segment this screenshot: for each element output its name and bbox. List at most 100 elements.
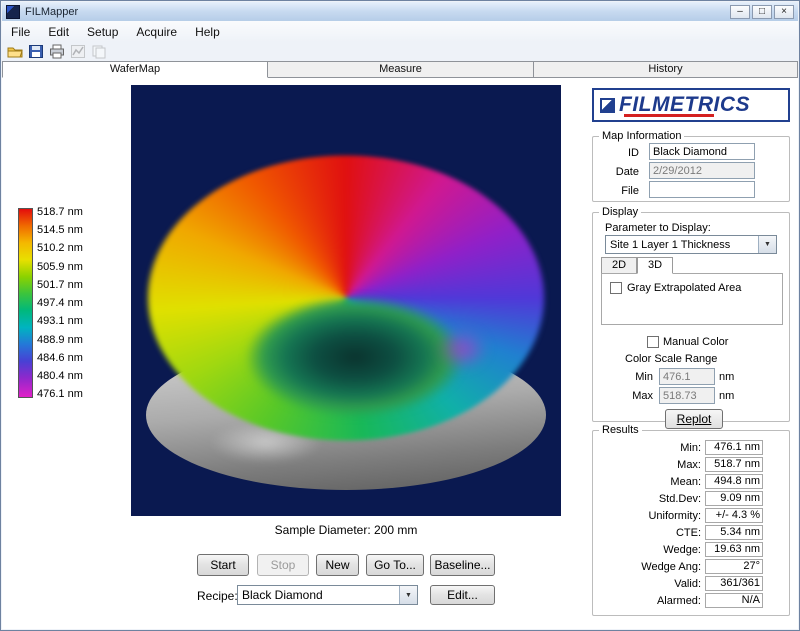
manual-color-checkbox[interactable] <box>647 336 659 348</box>
results-group: Results Min: 476.1 nm Max: 518.7 nm Mean… <box>592 430 790 616</box>
wafer-inner-magenta-region <box>426 320 498 378</box>
recipe-label: Recipe: <box>197 589 238 603</box>
new-button[interactable]: New <box>316 554 359 576</box>
tab-measure[interactable]: Measure <box>268 61 534 78</box>
wafer-3d-map[interactable] <box>131 85 561 516</box>
filmetrics-logo: FILMETRICS <box>592 88 790 122</box>
result-value: +/- 4.3 % <box>705 508 763 523</box>
result-value: 5.34 nm <box>705 525 763 540</box>
parameter-label: Parameter to Display: <box>605 222 765 234</box>
logo-grid-icon <box>600 98 615 113</box>
legend-tick: 476.1 nm <box>37 388 83 400</box>
recipe-value: Black Diamond <box>238 588 399 602</box>
legend-tick: 505.9 nm <box>37 261 83 273</box>
result-value: 518.7 nm <box>705 457 763 472</box>
3d-options-panel: Gray Extrapolated Area <box>601 273 783 325</box>
replot-button[interactable]: Replot <box>665 409 723 429</box>
date-field <box>649 162 755 179</box>
result-label: CTE: <box>593 527 701 539</box>
tab-wafermap[interactable]: WaferMap <box>2 61 268 78</box>
menu-bar: File Edit Setup Acquire Help <box>2 21 798 43</box>
menu-acquire[interactable]: Acquire <box>127 22 186 42</box>
app-window: FILMapper – □ × File Edit Setup Acquire … <box>0 0 800 631</box>
legend-tick: 510.2 nm <box>37 242 83 254</box>
logo-red-underline <box>624 114 714 117</box>
sample-diameter-caption: Sample Diameter: 200 mm <box>131 523 561 537</box>
edit-recipe-button[interactable]: Edit... <box>430 585 495 605</box>
open-folder-icon[interactable] <box>7 44 23 59</box>
result-value: 19.63 nm <box>705 542 763 557</box>
copy-icon <box>91 44 107 59</box>
tab-3d[interactable]: 3D <box>637 257 673 274</box>
manual-color-label: Manual Color <box>663 336 728 348</box>
result-value: 361/361 <box>705 576 763 591</box>
menu-edit[interactable]: Edit <box>39 22 78 42</box>
results-title: Results <box>599 424 642 436</box>
file-field[interactable] <box>649 181 755 198</box>
result-label: Wedge: <box>593 544 701 556</box>
app-icon <box>6 5 20 19</box>
gray-extrapolated-label: Gray Extrapolated Area <box>627 282 741 294</box>
result-value: 9.09 nm <box>705 491 763 506</box>
color-scale-range-label: Color Scale Range <box>625 353 755 365</box>
result-value: N/A <box>705 593 763 608</box>
legend-tick: 518.7 nm <box>37 206 83 218</box>
min-unit: nm <box>719 371 741 383</box>
legend-tick: 480.4 nm <box>37 370 83 382</box>
close-icon[interactable]: × <box>774 5 794 19</box>
legend-tick: 497.4 nm <box>37 297 83 309</box>
toolbar <box>2 42 798 61</box>
id-field[interactable] <box>649 143 755 160</box>
maximize-icon[interactable]: □ <box>752 5 772 19</box>
print-icon[interactable] <box>49 44 65 59</box>
tab-history[interactable]: History <box>534 61 798 78</box>
recipe-dropdown[interactable]: Black Diamond ▼ <box>237 585 418 605</box>
id-label: ID <box>607 147 639 159</box>
legend-tick: 501.7 nm <box>37 279 83 291</box>
legend-tick: 493.1 nm <box>37 315 83 327</box>
stop-button: Stop <box>257 554 309 576</box>
tab-2d[interactable]: 2D <box>601 257 637 274</box>
save-icon[interactable] <box>28 44 44 59</box>
result-value: 476.1 nm <box>705 440 763 455</box>
result-value: 494.8 nm <box>705 474 763 489</box>
legend-tick: 488.9 nm <box>37 334 83 346</box>
result-label: Min: <box>593 442 701 454</box>
result-label: Uniformity: <box>593 510 701 522</box>
gray-extrapolated-checkbox[interactable] <box>610 282 622 294</box>
chart-icon <box>70 44 86 59</box>
baseline-button[interactable]: Baseline... <box>430 554 495 576</box>
minimize-icon[interactable]: – <box>730 5 750 19</box>
map-information-group: Map Information ID Date File <box>592 136 790 202</box>
parameter-value: Site 1 Layer 1 Thickness <box>606 239 758 251</box>
main-tabstrip: WaferMap Measure History <box>2 61 798 78</box>
file-label: File <box>607 185 639 197</box>
color-scale-bar <box>18 208 33 398</box>
result-label: Std.Dev: <box>593 493 701 505</box>
result-label: Wedge Ang: <box>593 561 701 573</box>
wafermap-page: 518.7 nm 514.5 nm 510.2 nm 505.9 nm 501.… <box>2 78 798 629</box>
menu-file[interactable]: File <box>2 22 39 42</box>
result-label: Valid: <box>593 578 701 590</box>
goto-button[interactable]: Go To... <box>366 554 424 576</box>
min-field <box>659 368 715 385</box>
legend-tick: 514.5 nm <box>37 224 83 236</box>
result-value: 27° <box>705 559 763 574</box>
map-information-title: Map Information <box>599 130 684 142</box>
max-label: Max <box>627 390 653 402</box>
display-group: Display Parameter to Display: Site 1 Lay… <box>592 212 790 422</box>
title-bar: FILMapper – □ × <box>2 2 798 21</box>
result-label: Alarmed: <box>593 595 701 607</box>
result-label: Mean: <box>593 476 701 488</box>
start-button[interactable]: Start <box>197 554 249 576</box>
chevron-down-icon[interactable]: ▼ <box>399 586 417 604</box>
max-unit: nm <box>719 390 741 402</box>
chevron-down-icon[interactable]: ▼ <box>758 236 776 253</box>
menu-help[interactable]: Help <box>186 22 229 42</box>
result-label: Max: <box>593 459 701 471</box>
parameter-dropdown[interactable]: Site 1 Layer 1 Thickness ▼ <box>605 235 777 254</box>
legend-tick: 484.6 nm <box>37 352 83 364</box>
window-title: FILMapper <box>25 6 78 18</box>
max-field <box>659 387 715 404</box>
menu-setup[interactable]: Setup <box>78 22 127 42</box>
